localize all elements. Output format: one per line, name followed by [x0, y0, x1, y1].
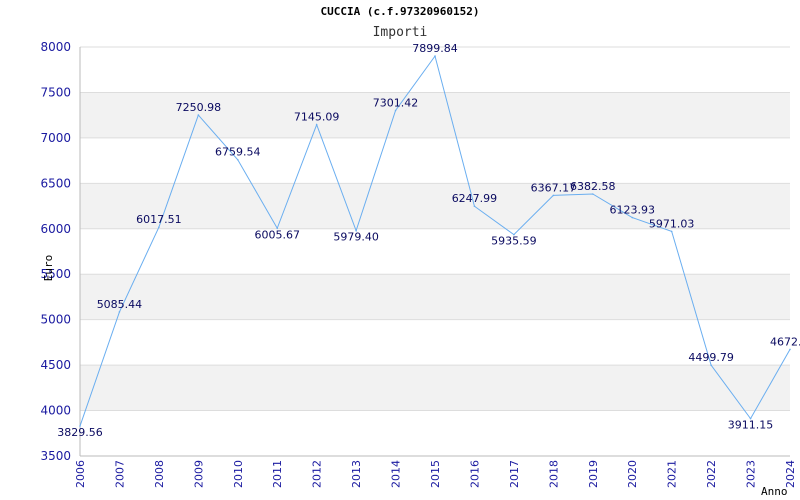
y-tick-label: 8000 — [40, 40, 71, 54]
x-tick-label: 2020 — [626, 460, 639, 488]
data-label: 3829.56 — [57, 426, 103, 439]
y-tick-label: 6500 — [40, 176, 71, 190]
x-tick-label: 2012 — [311, 460, 324, 488]
grid-band — [80, 92, 790, 138]
data-label: 5085.44 — [97, 298, 143, 311]
grid-band — [80, 274, 790, 320]
data-label: 3911.15 — [728, 419, 774, 432]
y-tick-label: 3500 — [40, 449, 71, 463]
data-point — [434, 55, 436, 57]
y-tick-label: 4500 — [40, 358, 71, 372]
data-point — [158, 226, 160, 228]
data-label: 6005.67 — [254, 228, 300, 241]
data-label: 6247.99 — [452, 192, 498, 205]
data-label: 4499.79 — [688, 351, 734, 364]
data-point — [473, 205, 476, 208]
x-tick-label: 2010 — [232, 460, 245, 488]
x-tick-label: 2015 — [429, 460, 442, 488]
x-tick-label: 2013 — [350, 460, 363, 488]
data-label: 7250.98 — [176, 101, 222, 114]
y-axis-label: Euro — [42, 255, 55, 282]
data-label: 7899.84 — [412, 42, 458, 55]
x-tick-label: 2011 — [271, 460, 284, 488]
data-point — [670, 230, 673, 233]
data-label: 6382.58 — [570, 180, 616, 193]
data-point — [315, 123, 318, 126]
x-tick-label: 2009 — [192, 460, 205, 488]
data-point — [789, 348, 791, 351]
x-tick-label: 2006 — [74, 460, 87, 488]
data-label: 5935.59 — [491, 235, 537, 248]
x-tick-label: 2022 — [705, 460, 718, 488]
y-tick-label: 7000 — [40, 131, 71, 145]
data-point — [631, 216, 634, 219]
x-tick-label: 2008 — [153, 460, 166, 488]
data-label: 6759.54 — [215, 146, 261, 159]
x-tick-label: 2017 — [508, 460, 521, 488]
y-tick-label: 6000 — [40, 222, 71, 236]
data-label: 5979.40 — [333, 231, 379, 244]
x-tick-label: 2007 — [113, 460, 126, 488]
data-point — [710, 364, 712, 366]
data-point — [591, 193, 594, 195]
y-tick-label: 4000 — [40, 404, 71, 418]
x-axis-label: Anno — [761, 485, 788, 498]
x-tick-label: 2024 — [784, 460, 797, 488]
data-point — [394, 109, 397, 112]
x-tick-label: 2019 — [587, 460, 600, 488]
grid-band — [80, 365, 790, 411]
y-tick-label: 5000 — [40, 313, 71, 327]
data-label: 7145.09 — [294, 111, 340, 124]
data-point — [236, 158, 239, 161]
line-chart: 3500400045005000550060006500700075008000… — [40, 40, 800, 498]
data-label: 4672.8 — [770, 335, 800, 348]
x-tick-label: 2023 — [745, 460, 758, 488]
data-point — [197, 114, 200, 116]
x-tick-label: 2018 — [547, 460, 560, 488]
y-tick-label: 7500 — [40, 85, 71, 99]
data-label: 7301.42 — [373, 96, 419, 109]
data-label: 6123.93 — [609, 204, 655, 217]
data-point — [118, 311, 121, 313]
data-label: 6017.51 — [136, 213, 182, 226]
data-point — [552, 194, 555, 197]
data-label: 5971.03 — [649, 217, 695, 230]
x-tick-label: 2021 — [666, 460, 679, 488]
x-tick-label: 2016 — [468, 460, 481, 488]
x-tick-label: 2014 — [390, 460, 403, 488]
